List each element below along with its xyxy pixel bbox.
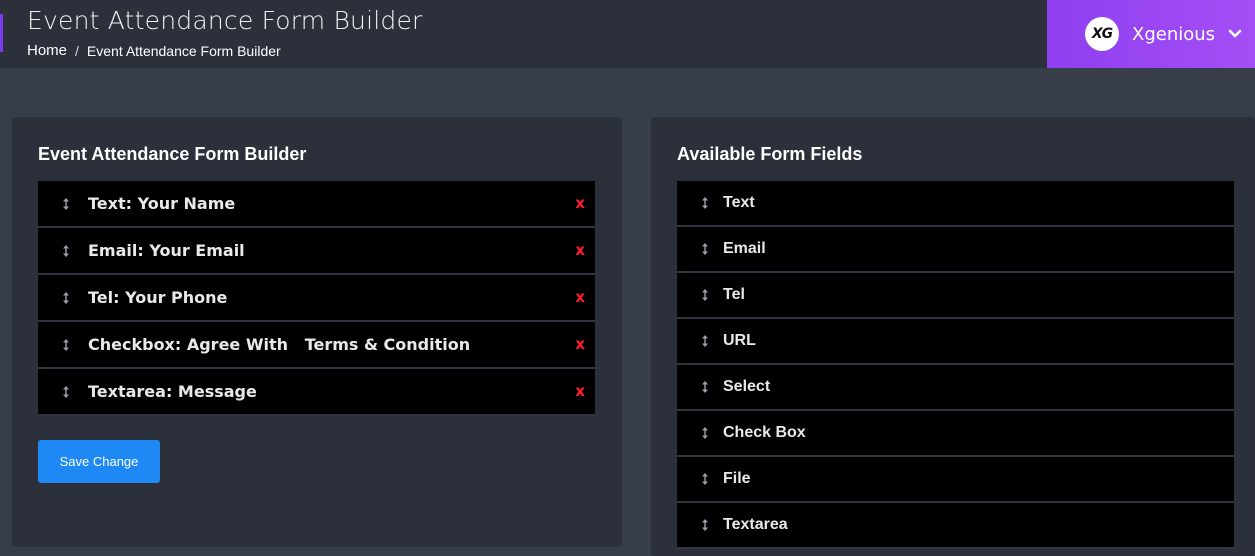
available-field-label: File: [723, 470, 751, 487]
available-field-label: Textarea: [723, 516, 788, 533]
drag-handle-icon[interactable]: [701, 519, 709, 531]
breadcrumb-separator: /: [75, 42, 79, 59]
available-field-label: URL: [723, 332, 756, 349]
available-field-item[interactable]: File: [677, 457, 1234, 503]
header-accent-bar: [0, 14, 3, 52]
builder-field-label: Tel: Your Phone: [88, 288, 228, 307]
avatar-logo-text: XG: [1091, 26, 1113, 42]
builder-field-item[interactable]: Checkbox: Agree With Terms & Condition x: [38, 322, 595, 369]
builder-field-item[interactable]: Email: Your Email x: [38, 228, 595, 275]
available-field-item[interactable]: Textarea: [677, 503, 1234, 549]
available-field-item[interactable]: URL: [677, 319, 1234, 365]
drag-handle-icon[interactable]: [701, 381, 709, 393]
remove-field-button[interactable]: x: [575, 382, 585, 400]
save-change-button[interactable]: Save Change: [38, 440, 160, 483]
breadcrumb: Home / Event Attendance Form Builder: [27, 42, 281, 59]
drag-handle-icon[interactable]: [701, 197, 709, 209]
user-name: Xgenious: [1132, 23, 1216, 45]
remove-field-button[interactable]: x: [575, 288, 585, 306]
available-field-list: Text Email Tel URL Select Check Box File: [677, 181, 1234, 549]
top-header: Event Attendance Form Builder Home / Eve…: [0, 0, 1255, 68]
user-menu[interactable]: XG Xgenious: [1047, 0, 1255, 68]
avatar: XG: [1085, 17, 1119, 51]
builder-field-item[interactable]: Text: Your Name x: [38, 181, 595, 228]
available-field-item[interactable]: Check Box: [677, 411, 1234, 457]
builder-field-label: Text: Your Name: [88, 194, 236, 213]
remove-field-button[interactable]: x: [575, 335, 585, 353]
builder-field-item[interactable]: Textarea: Message x: [38, 369, 595, 416]
form-builder-field-list: Text: Your Name x Email: Your Email x Te…: [38, 181, 595, 416]
builder-field-label: Checkbox: Agree With Terms & Condition: [88, 335, 471, 354]
form-builder-panel: Event Attendance Form Builder Text: Your…: [12, 117, 622, 547]
available-field-label: Email: [723, 240, 766, 257]
available-fields-panel: Available Form Fields Text Email Tel URL…: [651, 117, 1255, 556]
drag-handle-icon[interactable]: [701, 243, 709, 255]
breadcrumb-home-link[interactable]: Home: [27, 42, 67, 59]
available-field-item[interactable]: Text: [677, 181, 1234, 227]
drag-handle-icon[interactable]: [701, 335, 709, 347]
drag-handle-icon[interactable]: [701, 427, 709, 439]
builder-field-label: Textarea: Message: [88, 382, 257, 401]
drag-handle-icon[interactable]: [701, 473, 709, 485]
available-field-label: Select: [723, 378, 771, 395]
drag-handle-icon[interactable]: [62, 291, 70, 304]
remove-field-button[interactable]: x: [575, 241, 585, 259]
available-field-item[interactable]: Tel: [677, 273, 1234, 319]
drag-handle-icon[interactable]: [62, 197, 70, 210]
drag-handle-icon[interactable]: [62, 338, 70, 351]
breadcrumb-current: Event Attendance Form Builder: [86, 42, 281, 59]
available-fields-title: Available Form Fields: [677, 144, 863, 164]
available-field-item[interactable]: Select: [677, 365, 1234, 411]
builder-field-item[interactable]: Tel: Your Phone x: [38, 275, 595, 322]
drag-handle-icon[interactable]: [701, 289, 709, 301]
form-builder-title: Event Attendance Form Builder: [38, 144, 307, 164]
chevron-down-icon[interactable]: [1228, 29, 1242, 39]
available-field-item[interactable]: Email: [677, 227, 1234, 273]
available-field-label: Tel: [723, 286, 745, 303]
drag-handle-icon[interactable]: [62, 244, 70, 257]
available-field-label: Text: [723, 194, 755, 211]
page-title: Event Attendance Form Builder: [27, 6, 423, 35]
available-field-label: Check Box: [723, 424, 806, 441]
remove-field-button[interactable]: x: [575, 194, 585, 212]
drag-handle-icon[interactable]: [62, 385, 70, 398]
builder-field-label: Email: Your Email: [88, 241, 245, 260]
